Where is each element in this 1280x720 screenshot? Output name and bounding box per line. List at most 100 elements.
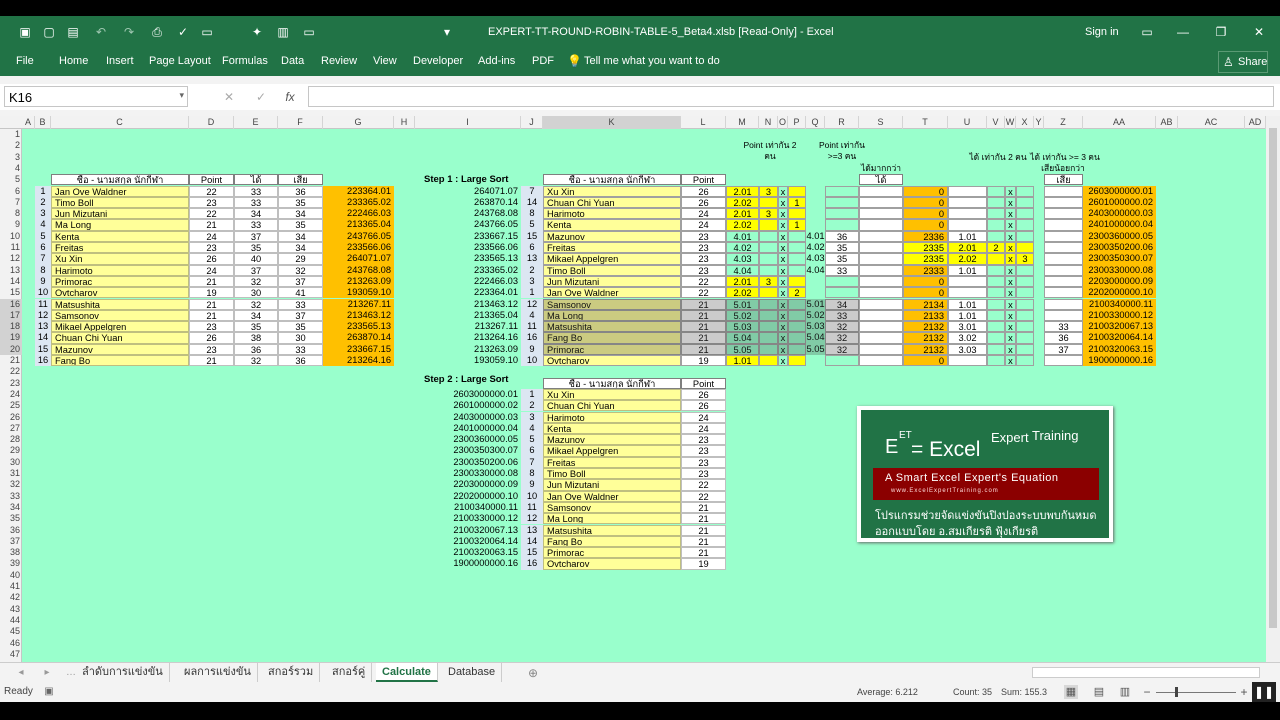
player-name[interactable]: Xu Xin <box>543 388 681 401</box>
player-name[interactable]: Kenta <box>543 219 681 231</box>
row-header[interactable]: 15 <box>0 287 22 298</box>
won-key[interactable]: 0 <box>903 275 948 288</box>
tie3-value[interactable] <box>825 208 859 220</box>
seq-number[interactable]: 11 <box>521 321 543 333</box>
tie2-rank[interactable] <box>788 242 806 254</box>
won-key[interactable]: 2335 <box>903 253 948 265</box>
point-value[interactable]: 21 <box>681 547 726 559</box>
row-header[interactable]: 25 <box>0 400 22 411</box>
tab-file[interactable]: File <box>16 55 34 67</box>
rank-number[interactable]: 4 <box>521 422 543 435</box>
tab-add-ins[interactable]: Add-ins <box>478 55 515 67</box>
column-header[interactable]: N <box>759 116 778 129</box>
tie3-value[interactable]: 36 <box>825 230 859 242</box>
lost-value[interactable] <box>1044 287 1083 299</box>
won-tie-value[interactable] <box>948 185 987 197</box>
sort-key[interactable]: 233565.13 <box>415 253 521 264</box>
restore-icon[interactable]: ❐ <box>1214 25 1228 39</box>
tie2-mark[interactable]: x <box>778 230 788 242</box>
column-header[interactable]: T <box>903 116 948 129</box>
won-key[interactable]: 2333 <box>903 264 948 276</box>
lost-value[interactable]: 33 <box>278 343 323 355</box>
column-header[interactable]: W <box>1005 116 1016 129</box>
tie2-rank[interactable] <box>788 185 806 197</box>
row-header[interactable]: 12 <box>0 253 22 264</box>
won-tie-count[interactable] <box>987 321 1005 333</box>
tie2-count[interactable]: 3 <box>759 208 778 220</box>
row-header[interactable]: 3 <box>0 152 22 163</box>
name-box[interactable]: K16 ▾ <box>4 86 188 107</box>
sort-key[interactable]: 243768.08 <box>415 208 521 219</box>
lost-value[interactable] <box>1044 298 1083 310</box>
seq-number[interactable]: 13 <box>521 253 543 265</box>
won-tie-rank[interactable] <box>1016 264 1034 276</box>
player-name[interactable]: Chuan Chi Yuan <box>543 196 681 209</box>
sort-key[interactable]: 2100340000.11 <box>415 502 521 513</box>
tie2-value[interactable]: 4.03 <box>726 253 759 265</box>
won-tie-rank[interactable] <box>1016 332 1034 344</box>
sort-key[interactable]: 263870.14 <box>323 332 394 344</box>
tie2-mark[interactable]: x <box>778 264 788 276</box>
sort-key[interactable]: 213365.04 <box>323 219 394 231</box>
won-value[interactable] <box>859 298 903 310</box>
point-value[interactable]: 26 <box>189 253 234 265</box>
rank-number[interactable]: 14 <box>35 332 51 344</box>
player-name[interactable]: Mazunov <box>543 230 681 242</box>
won-tie-count[interactable]: 2 <box>987 242 1005 254</box>
header-lost-z[interactable]: เสีย <box>1044 174 1083 186</box>
column-header[interactable]: J <box>521 116 543 129</box>
player-name[interactable]: Jun Mizutani <box>51 208 189 220</box>
row-header[interactable]: 33 <box>0 491 22 502</box>
won-value[interactable] <box>859 275 903 288</box>
tab-prev-icon[interactable]: ◂ <box>14 666 28 680</box>
won-tie-value[interactable] <box>948 275 987 288</box>
sort-key[interactable]: 2300350200.06 <box>415 457 521 468</box>
ribbon-display-icon[interactable]: ▭ <box>1140 25 1154 39</box>
won-tie-rank[interactable] <box>1016 196 1034 209</box>
point-value[interactable]: 21 <box>189 275 234 288</box>
point-value[interactable]: 23 <box>681 230 726 242</box>
tie2-mark[interactable]: x <box>778 185 788 197</box>
lost-value[interactable]: 29 <box>278 253 323 265</box>
row-header[interactable]: 4 <box>0 163 22 174</box>
lost-value[interactable] <box>1044 219 1083 231</box>
sort-key[interactable]: 2100330000.12 <box>415 513 521 524</box>
won-tie-rank[interactable] <box>1016 321 1034 333</box>
won-value[interactable]: 32 <box>234 298 278 310</box>
won-tie-count[interactable] <box>987 298 1005 310</box>
sort-key[interactable]: 2603000000.01 <box>415 389 521 400</box>
won-value[interactable] <box>859 208 903 220</box>
page-layout-view-icon[interactable]: ▤ <box>1092 685 1106 699</box>
point-value[interactable]: 22 <box>681 479 726 491</box>
column-header[interactable]: P <box>788 116 806 129</box>
won-tie-mark[interactable]: x <box>1005 321 1016 333</box>
point-value[interactable]: 19 <box>189 287 234 299</box>
sort-key[interactable]: 233565.13 <box>323 321 394 333</box>
column-header[interactable]: X <box>1016 116 1034 129</box>
rank-number[interactable]: 3 <box>35 208 51 220</box>
lost-value[interactable]: 35 <box>278 321 323 333</box>
point-value[interactable]: 23 <box>681 456 726 468</box>
tie2-rank[interactable] <box>788 355 806 367</box>
row-header[interactable]: 42 <box>0 592 22 603</box>
lost-value[interactable]: 30 <box>278 332 323 344</box>
final-key[interactable]: 2603000000.01 <box>1083 185 1156 197</box>
point-value[interactable]: 24 <box>681 219 726 231</box>
column-header[interactable]: I <box>415 116 521 129</box>
tie2-count[interactable] <box>759 219 778 231</box>
tab-formulas[interactable]: Formulas <box>222 55 268 67</box>
lost-value[interactable]: 36 <box>278 355 323 367</box>
spelling-icon[interactable]: ✓ <box>176 25 190 39</box>
won-tie-count[interactable] <box>987 208 1005 220</box>
lost-value[interactable]: 37 <box>1044 343 1083 355</box>
column-header[interactable]: B <box>35 116 51 129</box>
point-value[interactable]: 23 <box>681 468 726 480</box>
point-value[interactable]: 21 <box>681 535 726 548</box>
won-value[interactable] <box>859 242 903 254</box>
seq-number[interactable]: 14 <box>521 196 543 209</box>
sort-key[interactable]: 2403000000.03 <box>415 412 521 423</box>
won-tie-rank[interactable] <box>1016 219 1034 231</box>
seq-number[interactable]: 4 <box>521 309 543 322</box>
final-key[interactable]: 2601000000.02 <box>1083 196 1156 209</box>
won-tie-mark[interactable]: x <box>1005 264 1016 276</box>
